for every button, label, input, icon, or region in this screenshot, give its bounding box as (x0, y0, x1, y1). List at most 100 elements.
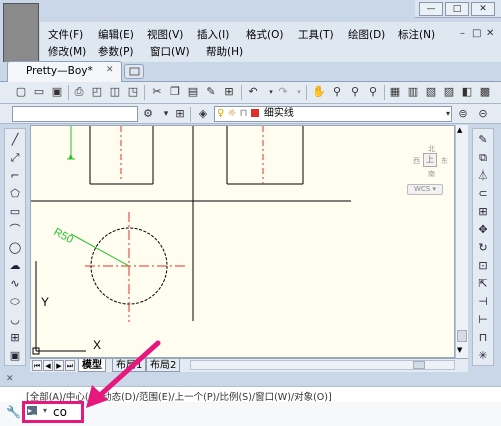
undo-icon[interactable]: ↶ (246, 85, 260, 99)
block-editor-icon[interactable]: ⊞ (222, 85, 236, 99)
maximize-button[interactable]: □ (445, 2, 469, 16)
horizontal-scrollbar[interactable] (190, 360, 455, 370)
line-icon[interactable]: ╱ (6, 133, 24, 147)
menu-insert[interactable]: 插入(I) (197, 27, 229, 42)
command-input[interactable]: co (53, 405, 67, 419)
mirror-icon[interactable]: ⏃ (474, 169, 492, 183)
new-file-icon[interactable]: ▢ (14, 85, 28, 99)
menu-dimension[interactable]: 标注(N) (398, 27, 435, 42)
viewcube-top-face[interactable]: 上 (423, 153, 437, 167)
menu-format[interactable]: 格式(O) (246, 27, 283, 42)
layer-dropdown-icon[interactable]: ▾ (446, 107, 450, 121)
cut-icon[interactable]: ✂ (150, 85, 164, 99)
first-layout-button[interactable]: ⏮ (32, 360, 42, 371)
stretch-icon[interactable]: ⇱ (474, 277, 492, 291)
zoom-window-icon[interactable]: ⚲ (348, 85, 362, 99)
insert-block-icon[interactable]: ⊞ (6, 331, 24, 345)
scroll-down-icon[interactable]: ▼ (457, 346, 462, 354)
next-layout-button[interactable]: ▶ (54, 360, 64, 371)
break-icon[interactable]: ⊓ (474, 331, 492, 345)
tab-model[interactable]: 模型 (78, 359, 106, 372)
move-icon[interactable]: ✥ (474, 223, 492, 237)
drawing-canvas[interactable]: R50 X Y 北 西 上 东 南 WCS ▾ (30, 125, 455, 358)
menu-tools[interactable]: 工具(T) (298, 27, 334, 42)
construction-line-icon[interactable]: ⤢ (6, 151, 24, 165)
command-dropdown-icon[interactable]: ▾ (43, 406, 47, 415)
last-layout-button[interactable]: ⏭ (65, 360, 75, 371)
polyline-icon[interactable]: ⌐ (6, 169, 24, 183)
vertical-scrollbar[interactable]: ▲ ▼ (455, 125, 468, 358)
make-current-layer-icon[interactable]: ⊜ (456, 107, 470, 121)
rotate-icon[interactable]: ↻ (474, 241, 492, 255)
ellipse-arc-icon[interactable]: ◡ (6, 313, 24, 327)
print-preview-icon[interactable]: ◰ (90, 85, 104, 99)
menu-file[interactable]: 文件(F) (48, 27, 83, 42)
arc-icon[interactable]: ⌒ (6, 223, 24, 237)
scroll-up-icon[interactable]: ▲ (457, 126, 462, 134)
minimize-button[interactable]: — (419, 2, 443, 16)
make-block-icon[interactable]: ▣ (6, 349, 24, 363)
menu-draw[interactable]: 绘图(D) (348, 27, 385, 42)
save-icon[interactable]: ▣ (50, 85, 64, 99)
wcs-menu[interactable]: WCS ▾ (407, 184, 443, 195)
doc-restore-button[interactable]: □ (472, 28, 481, 39)
plot-icon[interactable]: ◳ (126, 85, 140, 99)
zoom-previous-icon[interactable]: ⚲ (366, 85, 380, 99)
spline-icon[interactable]: ∿ (6, 277, 24, 291)
menu-modify[interactable]: 修改(M) (48, 44, 86, 59)
scale-icon[interactable]: ⊡ (474, 259, 492, 273)
menu-help[interactable]: 帮助(H) (206, 44, 243, 59)
polygon-icon[interactable]: ⬠ (6, 187, 24, 201)
scroll-thumb[interactable] (457, 330, 467, 342)
sheet-set-icon[interactable]: ▨ (442, 85, 456, 99)
command-close-icon[interactable]: ✕ (6, 374, 14, 384)
hscroll-thumb[interactable] (413, 361, 425, 369)
copy-icon[interactable]: ❐ (168, 85, 182, 99)
design-center-icon[interactable]: ▥ (406, 85, 420, 99)
workspace-combo[interactable] (12, 106, 138, 122)
layer-combo[interactable]: ♀ ☼ ⊓ 细实线 ▾ (214, 106, 452, 122)
doc-close-button[interactable]: ✕ (486, 28, 494, 39)
erase-icon[interactable]: ✎ (474, 133, 492, 147)
menu-view[interactable]: 视图(V) (147, 27, 183, 42)
app-logo-icon[interactable] (3, 3, 39, 65)
layer-manager-icon[interactable]: ◈ (196, 107, 210, 121)
layer-previous-icon[interactable]: ⊝ (476, 107, 490, 121)
zoom-realtime-icon[interactable]: ⚲ (330, 85, 344, 99)
tab-layout1[interactable]: 布局1 (112, 359, 147, 372)
offset-icon[interactable]: ⊂ (474, 187, 492, 201)
workspace-settings-icon[interactable]: ⚙ (141, 107, 155, 121)
array-icon[interactable]: ⊞ (474, 205, 492, 219)
extend-icon[interactable]: ⊢ (474, 313, 492, 327)
document-tab[interactable]: Pretty—Boy* ✕ (7, 61, 122, 82)
menu-window[interactable]: 窗口(W) (150, 44, 190, 59)
prev-layout-button[interactable]: ◀ (43, 360, 53, 371)
document-tab-close-icon[interactable]: ✕ (106, 65, 114, 75)
tool-palettes-icon[interactable]: ▧ (424, 85, 438, 99)
layer-tools-icon[interactable]: ⊞ (173, 107, 187, 121)
menu-parametric[interactable]: 参数(P) (98, 44, 134, 59)
match-properties-icon[interactable]: ✎ (204, 85, 218, 99)
new-tab-button[interactable] (124, 64, 144, 79)
pan-icon[interactable]: ✋ (312, 85, 326, 99)
redo-dropdown-icon[interactable]: ▾ (292, 85, 306, 99)
command-input-highlight[interactable]: ▸_ ▾ co (22, 401, 84, 423)
rectangle-icon[interactable]: ▭ (6, 205, 24, 219)
tab-layout2[interactable]: 布局2 (146, 359, 181, 372)
revision-cloud-icon[interactable]: ☁ (6, 259, 24, 273)
markup-icon[interactable]: ◧ (460, 85, 474, 99)
explode-icon[interactable]: ✳ (474, 349, 492, 363)
calculator-icon[interactable]: ▩ (478, 85, 492, 99)
copy-object-icon[interactable]: ⧉ (474, 151, 492, 165)
doc-minimize-button[interactable]: – (460, 28, 465, 39)
redo-icon[interactable]: ↷ (276, 85, 290, 99)
dropdown-arrow-icon[interactable]: ▾ (159, 107, 173, 121)
wrench-icon[interactable]: 🔧 (6, 404, 21, 420)
paste-icon[interactable]: ▤ (186, 85, 200, 99)
menu-edit[interactable]: 编辑(E) (98, 27, 134, 42)
open-folder-icon[interactable]: ▭ (32, 85, 46, 99)
circle-icon[interactable]: ◯ (6, 241, 24, 255)
close-window-button[interactable]: ✕ (471, 2, 495, 16)
ellipse-icon[interactable]: ⬭ (6, 295, 24, 309)
properties-icon[interactable]: ▦ (388, 85, 402, 99)
